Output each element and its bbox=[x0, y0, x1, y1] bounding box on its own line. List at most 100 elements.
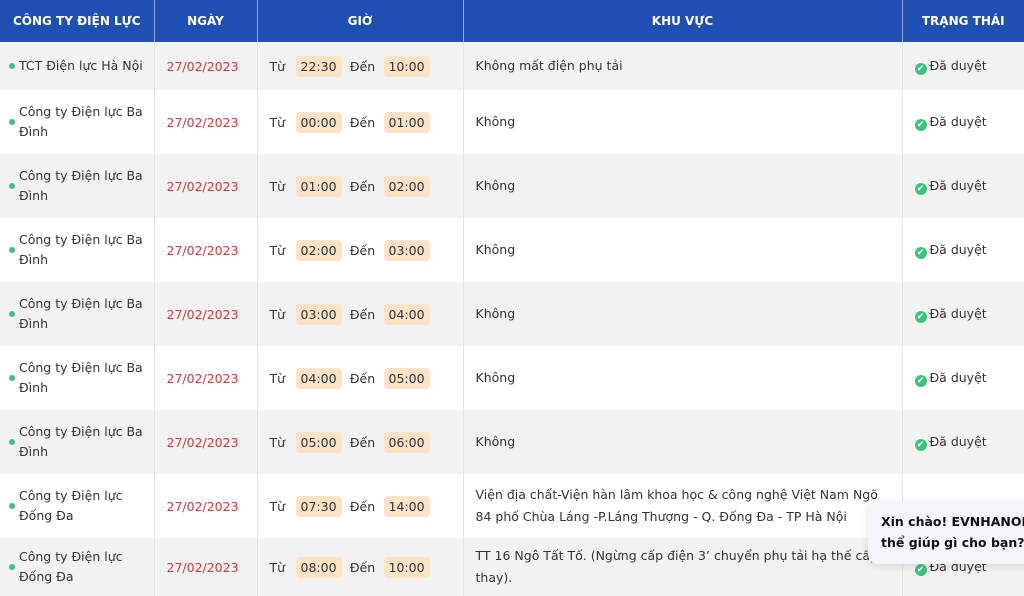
table-row: Công ty Điện lực Ba Đình 27/02/2023 Từ 02:0… bbox=[0, 218, 1024, 282]
table-row: Công ty Điện lực Ba Đình 27/02/2023 Từ 01:0… bbox=[0, 154, 1024, 218]
to-label: Đến bbox=[349, 306, 376, 322]
area-cell: Không bbox=[463, 154, 903, 218]
company-cell: TCT Điện lực Hà Nội bbox=[0, 42, 155, 90]
status-dot-icon bbox=[9, 439, 15, 445]
time-to: 01:00 bbox=[383, 111, 430, 133]
company-cell: Công ty Điện lực Đống Đa bbox=[0, 474, 155, 538]
status-label: Đã duyệt bbox=[929, 241, 987, 257]
time-to: 02:00 bbox=[383, 175, 430, 197]
company-name: Công ty Điện lực Đống Đa bbox=[19, 549, 123, 584]
time-from: 04:00 bbox=[295, 367, 342, 389]
status-label: Đã duyệt bbox=[929, 305, 987, 321]
time-cell: Từ 02:00 Đến 03:00 bbox=[257, 218, 464, 282]
table-row: Công ty Điện lực Ba Đình 27/02/2023 Từ 05:0… bbox=[0, 410, 1024, 474]
company-cell: Công ty Điện lực Ba Đình bbox=[0, 218, 155, 282]
status-dot-icon bbox=[9, 63, 15, 69]
header-time: GIỜ bbox=[257, 0, 464, 42]
area-cell: Không mất điện phụ tải bbox=[463, 42, 903, 90]
date-cell: 27/02/2023 bbox=[154, 410, 258, 474]
company-name: Công ty Điện lực Ba Đình bbox=[19, 232, 143, 267]
status-dot-icon bbox=[9, 311, 15, 317]
status-label: Đã duyệt bbox=[929, 113, 987, 129]
time-cell: Từ 08:00 Đến 10:00 bbox=[257, 538, 464, 596]
status-dot-icon bbox=[9, 503, 15, 509]
from-label: Từ bbox=[269, 242, 286, 258]
time-from: 00:00 bbox=[295, 111, 342, 133]
company-cell: Công ty Điện lực Ba Đình bbox=[0, 410, 155, 474]
table-row: Công ty Điện lực Ba Đình 27/02/2023 Từ 03:0… bbox=[0, 282, 1024, 346]
to-label: Đến bbox=[349, 114, 376, 130]
company-name: Công ty Điện lực Ba Đình bbox=[19, 104, 143, 139]
status-dot-icon bbox=[9, 247, 15, 253]
from-label: Từ bbox=[269, 498, 286, 514]
to-label: Đến bbox=[349, 58, 376, 74]
time-to: 10:00 bbox=[383, 556, 430, 578]
area-cell: Không bbox=[463, 218, 903, 282]
check-circle-icon: ✔ bbox=[914, 310, 927, 323]
check-circle-icon: ✔ bbox=[914, 62, 927, 75]
status-cell: ✔ Đã duyệt bbox=[902, 410, 1024, 474]
time-cell: Từ 22:30 Đến 10:00 bbox=[257, 42, 464, 90]
status-label: Đã duyệt bbox=[929, 369, 987, 385]
status-label: Đã duyệt bbox=[929, 177, 987, 193]
table-row: Công ty Điện lực Ba Đình 27/02/2023 Từ 00:0… bbox=[0, 90, 1024, 154]
date-cell: 27/02/2023 bbox=[154, 42, 258, 90]
time-cell: Từ 03:00 Đến 04:00 bbox=[257, 282, 464, 346]
header-status: TRẠNG THÁI bbox=[902, 0, 1024, 42]
company-cell: Công ty Điện lực Ba Đình bbox=[0, 346, 155, 410]
status-label: Đã duyệt bbox=[929, 57, 987, 73]
company-cell: Công ty Điện lực Ba Đình bbox=[0, 154, 155, 218]
area-cell: Viện địa chất-Viện hàn lâm khoa học & cô… bbox=[463, 474, 903, 538]
time-to: 14:00 bbox=[383, 495, 430, 517]
time-to: 06:00 bbox=[383, 431, 430, 453]
company-name: Công ty Điện lực Ba Đình bbox=[19, 424, 143, 459]
date-cell: 27/02/2023 bbox=[154, 218, 258, 282]
area-cell: Không bbox=[463, 346, 903, 410]
area-cell: Không bbox=[463, 282, 903, 346]
time-to: 05:00 bbox=[383, 367, 430, 389]
from-label: Từ bbox=[269, 58, 286, 74]
company-name: TCT Điện lực Hà Nội bbox=[19, 58, 143, 73]
header-company: CÔNG TY ĐIỆN LỰC bbox=[0, 0, 155, 42]
to-label: Đến bbox=[349, 559, 376, 575]
to-label: Đến bbox=[349, 498, 376, 514]
chat-greeting-bubble[interactable]: Xin chào! EVNHANOI có thể giúp gì cho bạ… bbox=[868, 501, 1024, 564]
area-cell: Không bbox=[463, 90, 903, 154]
table-header-row: CÔNG TY ĐIỆN LỰC NGÀY GIỜ KHU VỰC TRẠNG … bbox=[0, 0, 1024, 42]
time-to: 03:00 bbox=[383, 239, 430, 261]
time-from: 03:00 bbox=[295, 303, 342, 325]
check-circle-icon: ✔ bbox=[914, 118, 927, 131]
date-cell: 27/02/2023 bbox=[154, 154, 258, 218]
status-cell: ✔ Đã duyệt bbox=[902, 154, 1024, 218]
area-cell: TT 16 Ngô Tất Tố. (Ngừng cấp điện 3’ chu… bbox=[463, 538, 903, 596]
status-cell: ✔ Đã duyệt bbox=[902, 90, 1024, 154]
chat-greeting-line2: thể giúp gì cho bạn? bbox=[881, 535, 1024, 550]
time-cell: Từ 01:00 Đến 02:00 bbox=[257, 154, 464, 218]
date-cell: 27/02/2023 bbox=[154, 90, 258, 154]
company-name: Công ty Điện lực Đống Đa bbox=[19, 488, 123, 523]
from-label: Từ bbox=[269, 559, 286, 575]
time-cell: Từ 00:00 Đến 01:00 bbox=[257, 90, 464, 154]
status-dot-icon bbox=[9, 564, 15, 570]
from-label: Từ bbox=[269, 306, 286, 322]
time-from: 22:30 bbox=[295, 55, 342, 77]
from-label: Từ bbox=[269, 114, 286, 130]
company-name: Công ty Điện lực Ba Đình bbox=[19, 296, 143, 331]
status-cell: ✔ Đã duyệt bbox=[902, 282, 1024, 346]
status-cell: ✔ Đã duyệt bbox=[902, 346, 1024, 410]
to-label: Đến bbox=[349, 434, 376, 450]
status-label: Đã duyệt bbox=[929, 433, 987, 449]
check-circle-icon: ✔ bbox=[914, 182, 927, 195]
company-cell: Công ty Điện lực Ba Đình bbox=[0, 90, 155, 154]
time-to: 10:00 bbox=[383, 55, 430, 77]
status-cell: ✔ Đã duyệt bbox=[902, 42, 1024, 90]
time-cell: Từ 04:00 Đến 05:00 bbox=[257, 346, 464, 410]
company-name: Công ty Điện lực Ba Đình bbox=[19, 360, 143, 395]
check-circle-icon: ✔ bbox=[914, 246, 927, 259]
table-row: Công ty Điện lực Ba Đình 27/02/2023 Từ 04:0… bbox=[0, 346, 1024, 410]
to-label: Đến bbox=[349, 370, 376, 386]
time-from: 08:00 bbox=[295, 556, 342, 578]
status-cell: ✔ Đã duyệt bbox=[902, 218, 1024, 282]
status-dot-icon bbox=[9, 183, 15, 189]
time-from: 01:00 bbox=[295, 175, 342, 197]
